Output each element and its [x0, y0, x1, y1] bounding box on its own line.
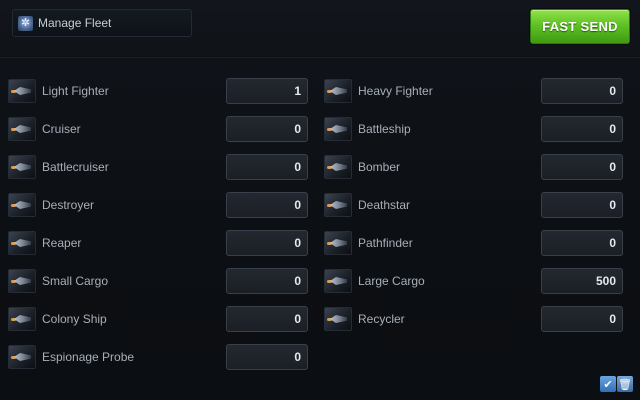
ship-cruiser: Cruiser — [8, 117, 81, 141]
light-fighter-icon[interactable] — [8, 79, 36, 103]
ship-colony-ship: Colony Ship — [8, 307, 107, 331]
ship-bomber: Bomber — [324, 155, 400, 179]
ship-name[interactable]: Deathstar — [358, 198, 410, 212]
ship-name[interactable]: Recycler — [358, 312, 405, 326]
ship-name[interactable]: Battlecruiser — [42, 160, 109, 174]
ship-espionage-probe: Espionage Probe — [8, 345, 134, 369]
ship-name[interactable]: Large Cargo — [358, 274, 425, 288]
ship-battlecruiser: Battlecruiser — [8, 155, 109, 179]
checkmark-icon[interactable]: ✔ — [600, 376, 616, 392]
ship-name[interactable]: Pathfinder — [358, 236, 413, 250]
gear-icon: ✲ — [18, 15, 33, 31]
ship-name[interactable]: Cruiser — [42, 122, 81, 136]
trash-icon[interactable]: 🗑 — [617, 376, 633, 392]
cruiser-icon[interactable] — [8, 117, 36, 141]
large-cargo-quantity-input[interactable] — [541, 268, 623, 294]
ship-recycler: Recycler — [324, 307, 405, 331]
destroyer-icon[interactable] — [8, 193, 36, 217]
espionage-probe-quantity-input[interactable] — [226, 344, 308, 370]
ship-name[interactable]: Small Cargo — [42, 274, 108, 288]
pathfinder-quantity-input[interactable] — [541, 230, 623, 256]
ship-name[interactable]: Colony Ship — [42, 312, 107, 326]
ship-pathfinder: Pathfinder — [324, 231, 413, 255]
colony-ship-quantity-input[interactable] — [226, 306, 308, 332]
fleet-panel: ✲ Manage Fleet FAST SEND Light Fighter C… — [0, 0, 640, 400]
recycler-icon[interactable] — [324, 307, 352, 331]
heavy-fighter-quantity-input[interactable] — [541, 78, 623, 104]
ship-name[interactable]: Espionage Probe — [42, 350, 134, 364]
ship-light-fighter: Light Fighter — [8, 79, 109, 103]
manage-fleet-button[interactable]: ✲ Manage Fleet — [12, 9, 192, 37]
battleship-quantity-input[interactable] — [541, 116, 623, 142]
ship-name[interactable]: Bomber — [358, 160, 400, 174]
pathfinder-icon[interactable] — [324, 231, 352, 255]
ship-large-cargo: Large Cargo — [324, 269, 425, 293]
bomber-icon[interactable] — [324, 155, 352, 179]
bomber-quantity-input[interactable] — [541, 154, 623, 180]
heavy-fighter-icon[interactable] — [324, 79, 352, 103]
colony-ship-icon[interactable] — [8, 307, 36, 331]
ship-deathstar: Deathstar — [324, 193, 410, 217]
small-cargo-icon[interactable] — [8, 269, 36, 293]
light-fighter-quantity-input[interactable] — [226, 78, 308, 104]
ship-small-cargo: Small Cargo — [8, 269, 108, 293]
ship-battleship: Battleship — [324, 117, 411, 141]
battlecruiser-icon[interactable] — [8, 155, 36, 179]
ship-name[interactable]: Battleship — [358, 122, 411, 136]
fast-send-button[interactable]: FAST SEND — [530, 9, 630, 44]
large-cargo-icon[interactable] — [324, 269, 352, 293]
fleet-actions: ✔ 🗑 — [600, 376, 633, 392]
ship-destroyer: Destroyer — [8, 193, 94, 217]
reaper-icon[interactable] — [8, 231, 36, 255]
recycler-quantity-input[interactable] — [541, 306, 623, 332]
espionage-probe-icon[interactable] — [8, 345, 36, 369]
ship-name[interactable]: Light Fighter — [42, 84, 109, 98]
ship-name[interactable]: Reaper — [42, 236, 81, 250]
deathstar-quantity-input[interactable] — [541, 192, 623, 218]
ship-name[interactable]: Heavy Fighter — [358, 84, 433, 98]
deathstar-icon[interactable] — [324, 193, 352, 217]
reaper-quantity-input[interactable] — [226, 230, 308, 256]
ship-name[interactable]: Destroyer — [42, 198, 94, 212]
manage-fleet-label: Manage Fleet — [38, 16, 112, 30]
ship-reaper: Reaper — [8, 231, 81, 255]
cruiser-quantity-input[interactable] — [226, 116, 308, 142]
battleship-icon[interactable] — [324, 117, 352, 141]
battlecruiser-quantity-input[interactable] — [226, 154, 308, 180]
fleet-toolbar: ✲ Manage Fleet FAST SEND — [0, 0, 640, 58]
small-cargo-quantity-input[interactable] — [226, 268, 308, 294]
destroyer-quantity-input[interactable] — [226, 192, 308, 218]
ship-heavy-fighter: Heavy Fighter — [324, 79, 433, 103]
